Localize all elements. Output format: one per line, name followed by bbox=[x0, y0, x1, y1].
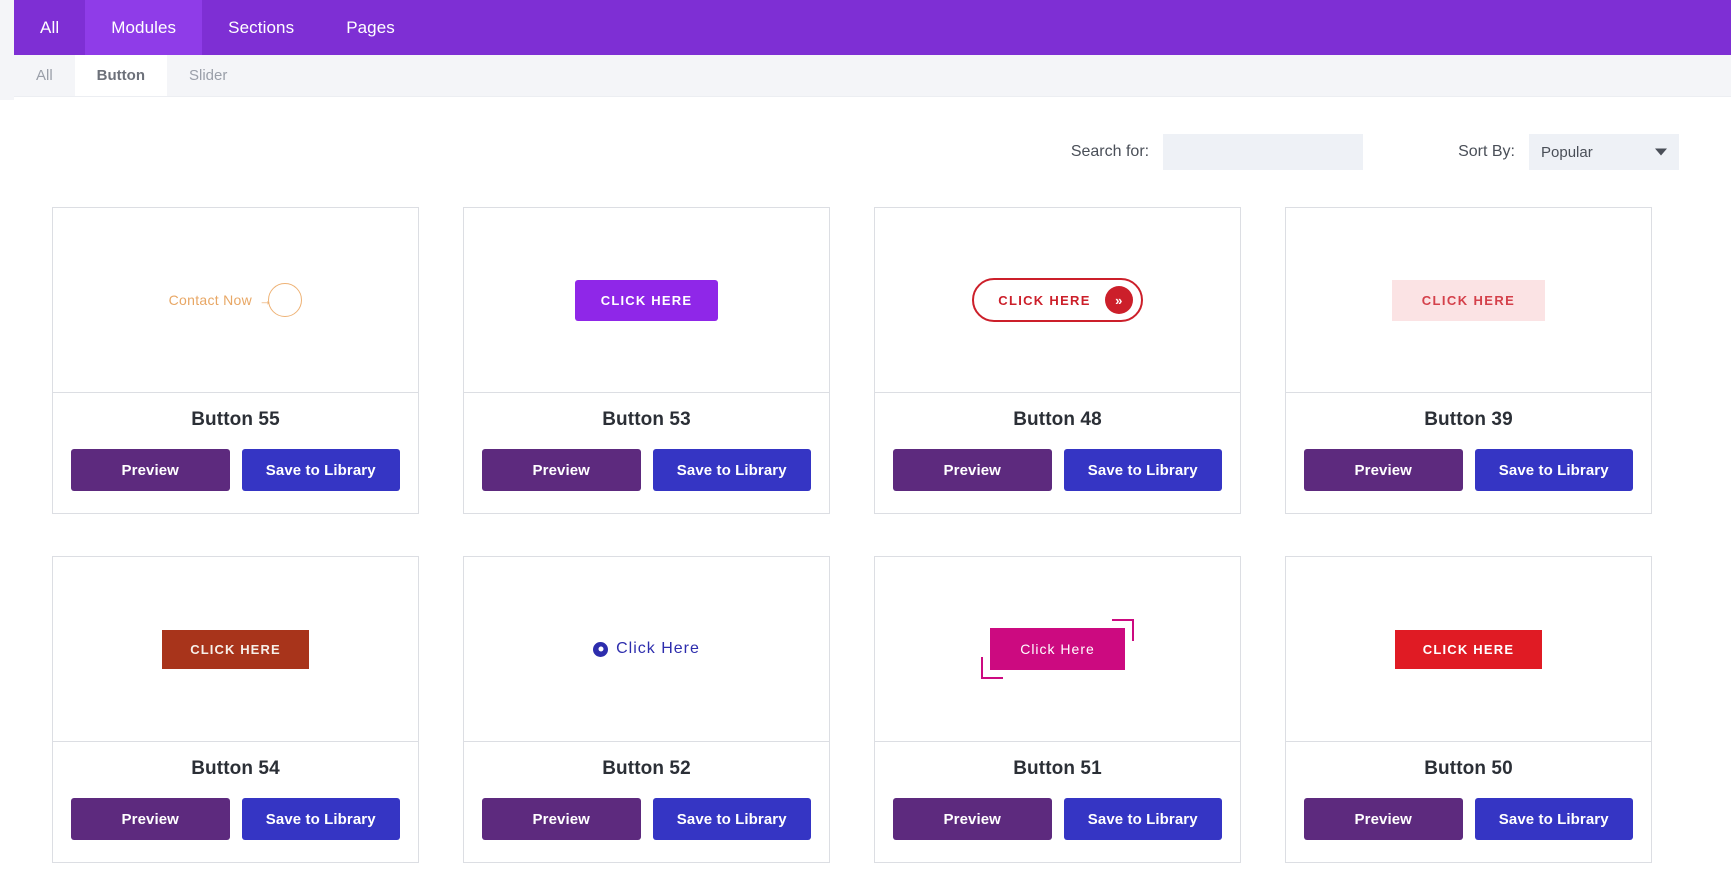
card-actions: Preview Save to Library bbox=[482, 449, 811, 491]
preview-button[interactable]: Preview bbox=[482, 449, 641, 491]
subtab-button[interactable]: Button bbox=[74, 55, 167, 96]
tab-modules-label: Modules bbox=[111, 17, 177, 37]
subtab-all[interactable]: All bbox=[14, 55, 75, 96]
card-preview: CLICK HERE » bbox=[875, 208, 1240, 393]
save-to-library-button[interactable]: Save to Library bbox=[1474, 798, 1633, 840]
module-card[interactable]: CLICK HERE » Button 48 Preview Save to L… bbox=[874, 207, 1241, 514]
card-body: Button 52 Preview Save to Library bbox=[464, 742, 829, 862]
card-body: Button 50 Preview Save to Library bbox=[1286, 742, 1651, 862]
save-to-library-button[interactable]: Save to Library bbox=[652, 798, 811, 840]
card-preview: CLICK HERE bbox=[1286, 208, 1651, 393]
module-card[interactable]: Click Here Button 51 Preview Save to Lib… bbox=[874, 556, 1241, 863]
demo-button-purple-solid: CLICK HERE bbox=[574, 279, 719, 321]
demo-button-red-solid: CLICK HERE bbox=[1394, 629, 1543, 669]
demo-label: Click Here bbox=[990, 628, 1125, 670]
demo-label: Contact Now bbox=[168, 292, 253, 308]
tab-all[interactable]: All bbox=[14, 0, 85, 55]
subtab-all-label: All bbox=[36, 67, 53, 84]
library-browser: All Modules Sections Pages All Button Sl… bbox=[0, 0, 1731, 895]
module-card[interactable]: Contact Now → Button 55 Preview Save to … bbox=[52, 207, 419, 514]
tab-sections[interactable]: Sections bbox=[202, 0, 320, 55]
card-body: Button 53 Preview Save to Library bbox=[464, 393, 829, 513]
card-preview: Click Here bbox=[464, 557, 829, 742]
preview-button[interactable]: Preview bbox=[71, 798, 230, 840]
circle-ring-icon bbox=[268, 283, 303, 317]
subtab-button-label: Button bbox=[96, 67, 145, 84]
save-to-library-button[interactable]: Save to Library bbox=[1063, 449, 1222, 491]
module-card-grid: Contact Now → Button 55 Preview Save to … bbox=[52, 207, 1679, 863]
subtab-slider-label: Slider bbox=[188, 67, 228, 84]
module-card[interactable]: Click Here Button 52 Preview Save to Lib… bbox=[463, 556, 830, 863]
card-preview: Click Here bbox=[875, 557, 1240, 742]
module-card[interactable]: CLICK HERE Button 39 Preview Save to Lib… bbox=[1285, 207, 1652, 514]
card-actions: Preview Save to Library bbox=[893, 449, 1222, 491]
left-edge-sliver bbox=[0, 0, 14, 100]
save-to-library-button[interactable]: Save to Library bbox=[241, 449, 400, 491]
card-title: Button 54 bbox=[191, 758, 280, 779]
card-body: Button 48 Preview Save to Library bbox=[875, 393, 1240, 513]
card-actions: Preview Save to Library bbox=[1304, 449, 1633, 491]
card-preview: CLICK HERE bbox=[1286, 557, 1651, 742]
card-body: Button 39 Preview Save to Library bbox=[1286, 393, 1651, 513]
save-to-library-button[interactable]: Save to Library bbox=[241, 798, 400, 840]
card-body: Button 55 Preview Save to Library bbox=[53, 393, 418, 513]
demo-button-icon-link: Click Here bbox=[593, 640, 700, 658]
demo-button-magenta-bracket: Click Here bbox=[981, 619, 1134, 679]
demo-button-pink-flat: CLICK HERE bbox=[1391, 279, 1546, 321]
secondary-nav: All Button Slider bbox=[0, 55, 1731, 97]
card-title: Button 51 bbox=[1013, 758, 1102, 779]
circle-dot-icon bbox=[593, 641, 609, 657]
content-area: Search for: Sort By: Popular Contact Now… bbox=[0, 97, 1731, 863]
tab-modules[interactable]: Modules bbox=[85, 0, 203, 55]
card-preview: CLICK HERE bbox=[464, 208, 829, 393]
card-title: Button 39 bbox=[1424, 409, 1513, 430]
module-card[interactable]: CLICK HERE Button 50 Preview Save to Lib… bbox=[1285, 556, 1652, 863]
card-actions: Preview Save to Library bbox=[71, 798, 400, 840]
card-actions: Preview Save to Library bbox=[71, 449, 400, 491]
preview-button[interactable]: Preview bbox=[1304, 449, 1463, 491]
card-body: Button 51 Preview Save to Library bbox=[875, 742, 1240, 862]
tab-all-label: All bbox=[40, 17, 60, 37]
card-title: Button 53 bbox=[602, 409, 691, 430]
card-title: Button 48 bbox=[1013, 409, 1102, 430]
card-title: Button 50 bbox=[1424, 758, 1513, 779]
subtab-slider[interactable]: Slider bbox=[167, 55, 249, 96]
tab-pages[interactable]: Pages bbox=[320, 0, 421, 55]
save-to-library-button[interactable]: Save to Library bbox=[1474, 449, 1633, 491]
card-preview: Contact Now → bbox=[53, 208, 418, 393]
demo-button-brick-solid: CLICK HERE bbox=[162, 629, 309, 669]
card-title: Button 52 bbox=[602, 758, 691, 779]
demo-button-contact-now: Contact Now → bbox=[168, 283, 303, 317]
demo-label: CLICK HERE bbox=[998, 292, 1091, 308]
save-to-library-button[interactable]: Save to Library bbox=[652, 449, 811, 491]
card-actions: Preview Save to Library bbox=[1304, 798, 1633, 840]
card-actions: Preview Save to Library bbox=[893, 798, 1222, 840]
sort-by-value: Popular bbox=[1541, 143, 1593, 161]
search-input[interactable] bbox=[1163, 134, 1364, 170]
sort-by-select[interactable]: Popular bbox=[1529, 134, 1679, 170]
tab-sections-label: Sections bbox=[228, 17, 295, 37]
module-card[interactable]: CLICK HERE Button 53 Preview Save to Lib… bbox=[463, 207, 830, 514]
primary-nav: All Modules Sections Pages bbox=[0, 0, 1731, 55]
preview-button[interactable]: Preview bbox=[482, 798, 641, 840]
save-to-library-button[interactable]: Save to Library bbox=[1063, 798, 1222, 840]
double-chevron-right-icon: » bbox=[1104, 286, 1133, 314]
tab-pages-label: Pages bbox=[346, 17, 395, 37]
preview-button[interactable]: Preview bbox=[71, 449, 230, 491]
preview-button[interactable]: Preview bbox=[1304, 798, 1463, 840]
chevron-down-icon bbox=[1655, 148, 1667, 156]
filter-bar: Search for: Sort By: Popular bbox=[52, 97, 1679, 207]
demo-label: Click Here bbox=[616, 640, 700, 657]
search-label: Search for: bbox=[1070, 143, 1150, 160]
demo-button-red-pill: CLICK HERE » bbox=[972, 278, 1143, 322]
card-preview: CLICK HERE bbox=[53, 557, 418, 742]
card-title: Button 55 bbox=[191, 409, 280, 430]
module-card[interactable]: CLICK HERE Button 54 Preview Save to Lib… bbox=[52, 556, 419, 863]
preview-button[interactable]: Preview bbox=[893, 449, 1052, 491]
preview-button[interactable]: Preview bbox=[893, 798, 1052, 840]
card-actions: Preview Save to Library bbox=[482, 798, 811, 840]
sort-label: Sort By: bbox=[1458, 143, 1515, 160]
card-body: Button 54 Preview Save to Library bbox=[53, 742, 418, 862]
